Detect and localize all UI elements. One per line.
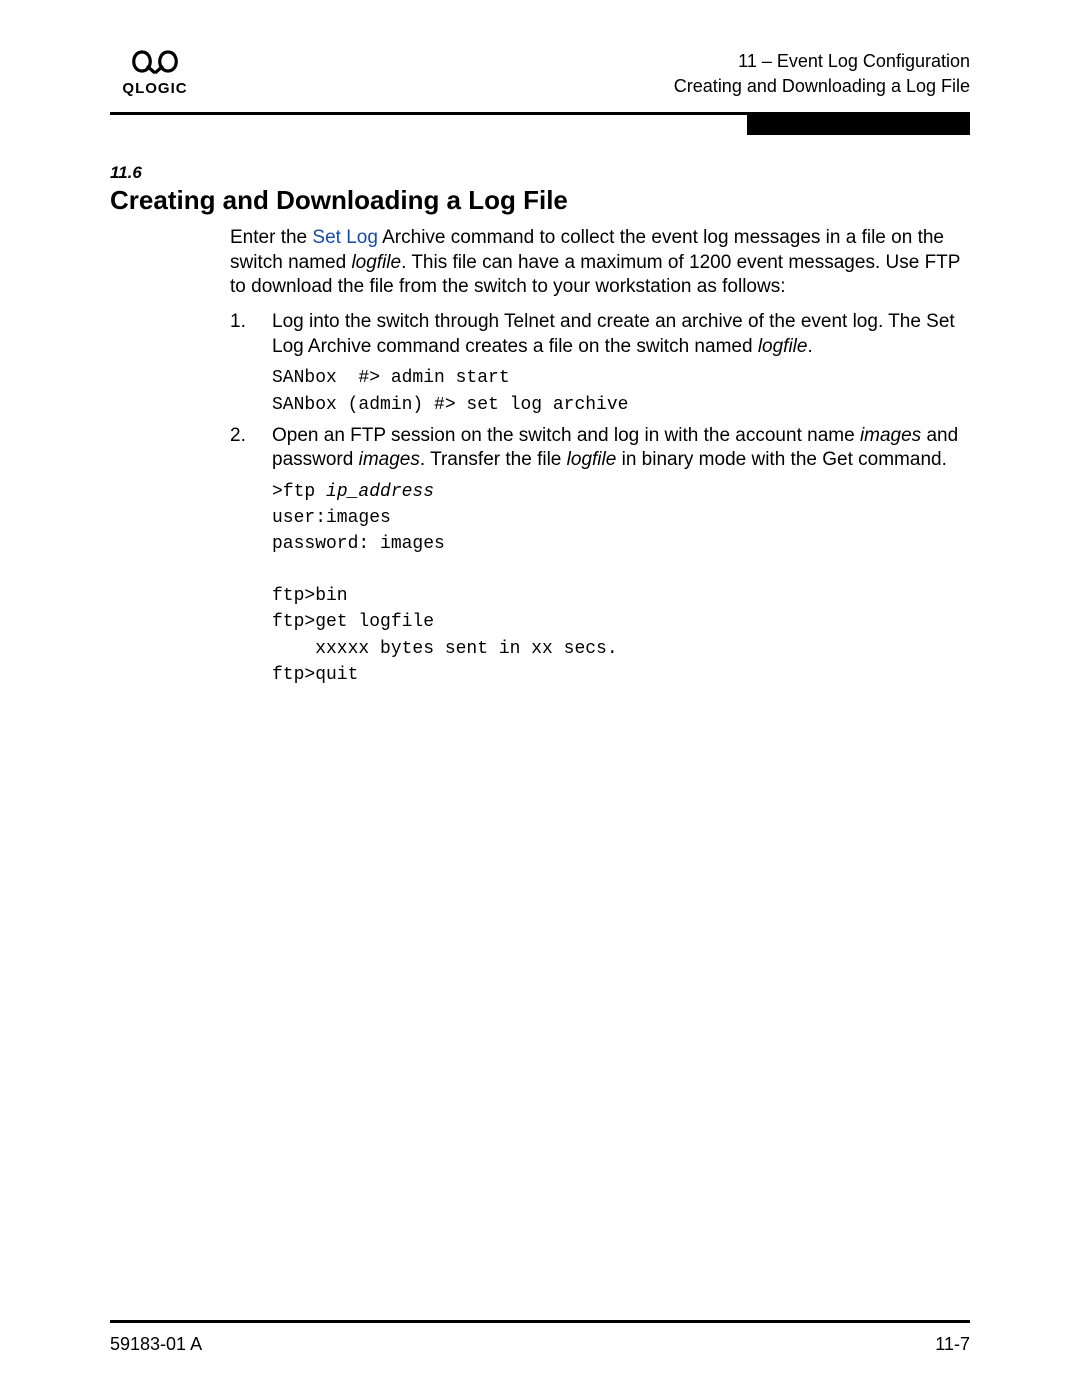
chapter-subtitle: Creating and Downloading a Log File	[674, 74, 970, 98]
svg-text:QLOGIC: QLOGIC	[122, 80, 187, 97]
footer-rule	[110, 1320, 970, 1323]
s2-code1-a: >ftp	[272, 482, 326, 502]
s2-code1-b: ip_address	[326, 482, 434, 502]
s2-c: . Transfer the file	[420, 449, 567, 470]
step-1: Log into the switch through Telnet and c…	[230, 310, 970, 418]
s2-a: Open an FTP session on the switch and lo…	[272, 425, 860, 446]
step-2-code: >ftp ip_address user:images password: im…	[272, 479, 970, 688]
content-area: 11.6 Creating and Downloading a Log File…	[110, 163, 970, 688]
intro-pre: Enter the	[230, 227, 312, 248]
intro-paragraph: Enter the Set Log Archive command to col…	[230, 226, 970, 300]
qlogic-logo: QLOGIC	[110, 48, 200, 98]
intro-logfile: logfile	[351, 252, 401, 273]
header-text: 11 – Event Log Configuration Creating an…	[674, 49, 970, 98]
page: QLOGIC 11 – Event Log Configuration Crea…	[0, 0, 1080, 1397]
step-1-code: SANbox #> admin start SANbox (admin) #> …	[272, 365, 970, 417]
step-1-logfile: logfile	[758, 336, 808, 357]
header-black-tab	[747, 113, 970, 135]
s2-em2: images	[359, 449, 420, 470]
set-log-link[interactable]: Set Log	[312, 227, 378, 248]
s2-d: in binary mode with the Get command.	[616, 449, 947, 470]
s2-em1: images	[860, 425, 921, 446]
qlogic-logo-icon: QLOGIC	[114, 49, 196, 97]
footer-left: 59183-01 A	[110, 1334, 202, 1355]
s2-em3: logfile	[567, 449, 617, 470]
page-footer: 59183-01 A 11-7	[110, 1334, 970, 1355]
step-1-a: Log into the switch through Telnet and c…	[272, 311, 955, 357]
step-2: Open an FTP session on the switch and lo…	[230, 424, 970, 688]
footer-right: 11-7	[935, 1334, 970, 1355]
step-1-b: .	[807, 336, 812, 357]
section-title: Creating and Downloading a Log File	[110, 185, 970, 216]
steps-list: Log into the switch through Telnet and c…	[230, 310, 970, 688]
chapter-line: 11 – Event Log Configuration	[674, 49, 970, 73]
section-body: Enter the Set Log Archive command to col…	[230, 226, 970, 688]
page-header: QLOGIC 11 – Event Log Configuration Crea…	[110, 48, 970, 108]
section-number: 11.6	[110, 163, 970, 183]
s2-code2: user:images password: images ftp>bin ftp…	[272, 508, 618, 685]
step-1-text: Log into the switch through Telnet and c…	[272, 310, 970, 359]
step-2-text: Open an FTP session on the switch and lo…	[272, 424, 970, 473]
